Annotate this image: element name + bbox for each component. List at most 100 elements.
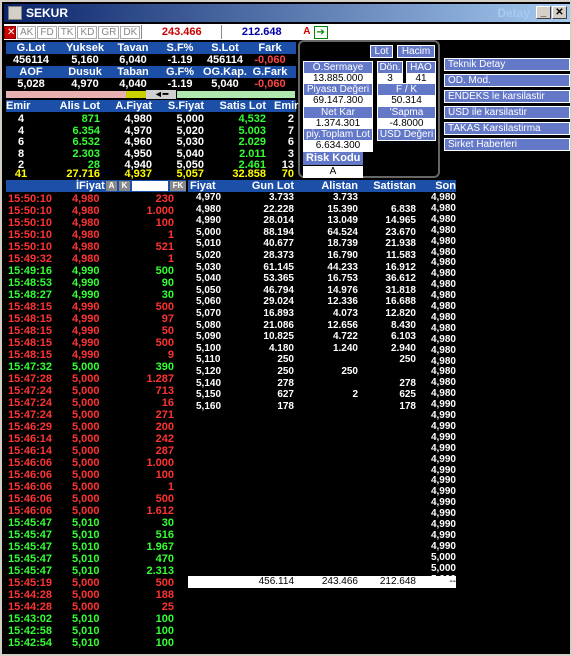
trade-price: 5,000 [72,445,100,457]
trade-time: 15:47:24 [8,409,53,421]
arrow-right-icon[interactable]: ➔ [313,25,328,39]
depth-cell: 2 [287,113,294,125]
trade-time: 15:46:06 [8,457,53,469]
depth-total-cell: 5,057 [176,168,204,180]
distribution-son: 4,980 [430,192,456,203]
risk-kodu-label: Risk Kodu [303,152,363,165]
trade-price: 5,010 [72,637,100,649]
trade-lot: 30 [161,517,174,529]
distribution-cell: 5,030 [196,261,222,273]
distribution-cell: 2.940 [390,342,416,354]
distribution-son: 4,980 [430,366,456,378]
summary-value: 456114 [206,54,244,66]
menu-od-mod[interactable]: OD. Mod. [444,74,570,87]
trade-price: 5,000 [72,589,100,601]
toolbar-a-button[interactable]: A [301,26,312,39]
distribution-cell: 16.893 [263,308,294,319]
summary-value: -0,060 [254,54,286,66]
depth-header-cell: S.Fiyat [167,100,204,112]
toolbar-btn-ak[interactable]: AK [17,25,37,39]
summary-label: Yuksek [66,42,104,54]
minimize-button[interactable]: _ [536,6,551,19]
trade-lot: 470 [155,553,174,565]
hacim-button[interactable]: Hacim [397,45,435,58]
depth-cell: 3 [287,147,294,160]
distribution-cell: 40.677 [263,238,294,250]
trade-time: 15:45:19 [8,577,53,589]
trade-lot: 1.967 [146,541,174,553]
trade-time: 15:45:47 [8,529,53,541]
trade-price: 4,980 [72,229,100,241]
distribution-total: 456.114 [258,576,294,587]
trade-price: 5,000 [72,397,100,409]
trade-lot: 100 [155,625,174,637]
distribution-son: 4,990 [430,453,456,465]
trade-lot: 100 [155,217,174,229]
trade-time: 15:47:28 [8,373,53,385]
toolbar-value-buy: 243.466 [141,25,221,39]
distribution-cell: 29.024 [263,296,294,308]
toolbar: ✕ AK FD TK KD GR DK 243.466 212.648 A ➔ [4,24,570,40]
trade-lot: 500 [155,577,174,589]
distribution-cell: 12.336 [327,296,358,308]
distribution-cell: 625 [399,389,416,401]
toolbar-btn-kd[interactable]: KD [77,25,98,39]
trade-lot: 713 [155,385,174,397]
trade-time: 15:46:06 [8,505,53,517]
distribution-son: 4,980 [430,279,456,291]
sort-k-button[interactable]: K [119,181,130,191]
usd-degeri-button[interactable]: USD Değeri [377,128,436,141]
sort-a-button[interactable]: A [106,181,117,191]
trade-price: 5,000 [72,505,100,517]
distribution-cell: 16.688 [385,296,416,308]
trade-price: 5,000 [72,601,100,613]
menu-usd-karsilastir[interactable]: USD ile karsilastir [444,106,570,119]
trade-time: 15:44:28 [8,589,53,601]
toolbar-btn-fd[interactable]: FD [37,25,57,39]
depth-cell: 4 [17,113,25,125]
summary-value: -1.19 [167,78,193,90]
distribution-cell: 178 [277,400,294,412]
trade-lot: 390 [155,361,174,373]
close-button[interactable]: ✕ [552,6,567,19]
distribution-son: 4,980 [430,355,456,367]
toolbar-btn-gr[interactable]: GR [98,25,120,39]
summary-value: 5,028 [17,78,45,90]
toolbar-btn-dk[interactable]: DK [120,25,141,39]
trade-time: 15:47:32 [8,361,53,373]
menu-sirket-haberleri[interactable]: Sirket Haberleri [444,138,570,151]
trade-lot: 1 [167,253,174,265]
trade-time: 15:49:32 [8,253,53,265]
summary-label: S.Lot [211,42,239,54]
distribution-son: 4,980 [430,202,456,214]
depth-cell: 6.532 [72,136,100,149]
close-icon[interactable]: ✕ [4,25,16,39]
lot-button[interactable]: Lot [370,45,393,58]
info-panel: Lot Hacim Ö.Sermaye 13.885.000 Dön. 3 HA… [298,40,440,178]
depth-cell: 6.354 [72,124,100,137]
trade-lot: 516 [155,529,174,541]
depth-cell: 2.011 [239,147,266,160]
window-title: SEKUR [26,6,69,20]
summary-label: G.Fark [252,66,288,78]
distribution-cell: 12.820 [385,308,416,319]
trade-lot: 230 [155,193,174,205]
trade-price: 4,990 [72,325,100,337]
arrow-left-icon: ◄━ [146,90,176,99]
menu-teknik-detay[interactable]: Teknik Detay [444,58,570,71]
trade-time: 15:48:15 [8,349,53,361]
distribution-header-cell: Satistan [373,180,416,192]
trade-time: 15:45:47 [8,553,53,565]
summary-label: S.F% [166,42,194,54]
fk-button[interactable]: FK [170,181,186,191]
title-bar[interactable]: SEKUR Detay _ ✕ [4,4,570,22]
depth-header-cell: A.Fiyat [115,100,152,112]
summary-value: 5,040 [211,78,239,90]
filter-input[interactable] [132,181,168,191]
menu-takas-karsilastirma[interactable]: TAKAS Karsilastirma [444,122,570,135]
depth-cell: 4,980 [124,113,152,125]
distribution-total: 212.648 [379,576,416,587]
toolbar-btn-tk[interactable]: TK [57,25,77,39]
menu-endeks-karsilastir[interactable]: ENDEKS le karsilastir [444,90,570,103]
trade-time: 15:46:14 [8,445,53,457]
